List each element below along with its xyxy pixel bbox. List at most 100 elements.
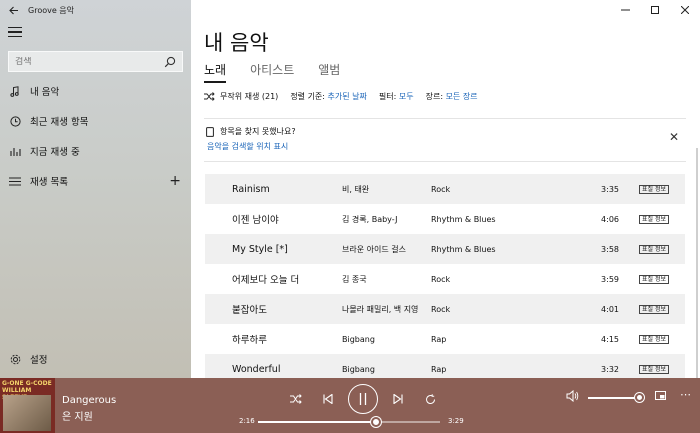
previous-icon: [323, 394, 333, 404]
show-music-location-link[interactable]: 음악을 검색할 위치 표시: [207, 141, 296, 152]
song-row[interactable]: 어제보다 오늘 더 김 종국 Rock 3:59 표칠 정보: [205, 264, 685, 294]
window-controls: [610, 0, 700, 20]
song-genre: Rock: [431, 304, 451, 314]
track-artist[interactable]: 은 지원: [62, 408, 93, 423]
song-row[interactable]: My Style [*] 브라운 아이드 걸스 Rhythm & Blues 3…: [205, 234, 685, 264]
divider: [204, 118, 686, 119]
volume-thumb[interactable]: [635, 393, 644, 402]
song-artist[interactable]: 비, 태완: [342, 184, 431, 195]
song-artist[interactable]: Bigbang: [342, 365, 431, 374]
close-window-button[interactable]: [670, 0, 700, 20]
shuffle-all-button[interactable]: 무작위 재생 (21): [220, 91, 278, 102]
scrollbar[interactable]: [696, 148, 698, 378]
more-options-icon[interactable]: ⋯: [680, 388, 691, 401]
minimize-button[interactable]: [610, 0, 640, 20]
music-note-icon: [10, 85, 19, 97]
nav-label: 최근 재생 항목: [30, 117, 89, 128]
volume-icon[interactable]: [566, 390, 579, 402]
nav-item-my-music[interactable]: 내 음악: [0, 77, 191, 105]
current-time: 2:16: [239, 417, 255, 425]
previous-button[interactable]: [312, 383, 344, 415]
shuffle-icon[interactable]: [204, 92, 215, 101]
genre-dropdown[interactable]: 모든 장르: [446, 91, 478, 102]
song-badge[interactable]: 표칠 정보: [639, 214, 669, 224]
song-badge[interactable]: 표칠 정보: [639, 364, 669, 374]
nav-item-playlists[interactable]: 재생 목록 +: [0, 167, 191, 195]
song-badge[interactable]: 표칠 정보: [639, 274, 669, 284]
maximize-button[interactable]: [640, 0, 670, 20]
song-row[interactable]: 하루하루 Bigbang Rap 4:15 표칠 정보: [205, 324, 685, 354]
shuffle-button[interactable]: [280, 383, 312, 415]
song-row[interactable]: 붙잡아도 나몰라 패밀리, 백 지영 Rock 4:01 표칠 정보: [205, 294, 685, 324]
repeat-icon: [425, 393, 435, 404]
pause-button[interactable]: [348, 384, 378, 414]
mini-player-icon[interactable]: [655, 391, 666, 400]
song-row[interactable]: 이젠 남이야 김 경록, Baby-J Rhythm & Blues 4:06 …: [205, 204, 685, 234]
song-title: Rainism: [232, 183, 270, 195]
close-icon: [681, 6, 689, 14]
equalizer-icon: [9, 148, 21, 156]
shuffle-icon: [290, 394, 302, 404]
tab-songs[interactable]: 노래: [204, 61, 227, 83]
notice-banner: 항목을 찾지 못했나요? 음악을 검색할 위치 표시: [206, 126, 296, 152]
song-duration: 3:32: [601, 364, 619, 374]
song-badge[interactable]: 표칠 정보: [639, 244, 669, 254]
tab-artists[interactable]: 아티스트: [250, 61, 294, 83]
song-artist[interactable]: 나몰라 패밀리, 백 지영: [342, 304, 431, 315]
song-artist[interactable]: 김 경록, Baby-J: [342, 214, 431, 225]
filter-bar: 무작위 재생 (21) 정렬 기준: 추가된 날짜 필터: 모두 장르: 모든 …: [204, 91, 478, 102]
progress-slider[interactable]: [258, 417, 440, 427]
search-box[interactable]: [8, 51, 183, 72]
playlist-icon: [9, 176, 21, 186]
next-icon: [393, 394, 403, 404]
song-badge[interactable]: 표칠 정보: [639, 304, 669, 314]
song-title: Wonderful: [232, 363, 281, 375]
song-genre: Rap: [431, 364, 447, 374]
close-icon[interactable]: ✕: [669, 130, 679, 144]
divider: [204, 161, 686, 162]
album-art-image: [3, 395, 51, 431]
next-button[interactable]: [382, 383, 414, 415]
sort-dropdown[interactable]: 추가된 날짜: [328, 91, 367, 102]
pause-icon: [359, 393, 367, 405]
nav-item-recent[interactable]: 최근 재생 항목: [0, 107, 191, 135]
notice-title: 항목을 찾지 못했나요?: [220, 127, 296, 136]
song-row[interactable]: Rainism 비, 태완 Rock 3:35 표칠 정보: [205, 174, 685, 204]
main-content: 내 음악 노래 아티스트 앨범 무작위 재생 (21) 정렬 기준: 추가된 날…: [191, 0, 700, 384]
nav-label: 재생 목록: [30, 177, 68, 188]
nav-label: 지금 재생 중: [30, 147, 80, 158]
song-badge[interactable]: 표칠 정보: [639, 184, 669, 194]
search-icon[interactable]: [164, 56, 176, 68]
app-title: Groove 음악: [28, 5, 75, 15]
playback-controls: [280, 383, 446, 415]
song-genre: Rhythm & Blues: [431, 214, 496, 224]
nav-label: 내 음악: [30, 87, 60, 98]
song-badge[interactable]: 표칠 정보: [639, 334, 669, 344]
hamburger-menu-icon[interactable]: [8, 27, 22, 39]
minimize-icon: [620, 9, 630, 11]
nav-item-settings[interactable]: 설정: [0, 345, 191, 373]
filter-dropdown[interactable]: 모두: [399, 91, 414, 102]
filter-label: 필터:: [378, 92, 397, 101]
song-title: 어제보다 오늘 더: [232, 275, 300, 286]
add-playlist-button[interactable]: +: [169, 173, 181, 189]
song-artist[interactable]: 김 종국: [342, 274, 431, 285]
repeat-button[interactable]: [414, 383, 446, 415]
volume-slider[interactable]: [588, 393, 644, 402]
title-bar: Groove 음악: [0, 0, 191, 20]
search-input[interactable]: [15, 56, 164, 67]
tab-albums[interactable]: 앨범: [318, 61, 340, 83]
nav-item-now-playing[interactable]: 지금 재생 중: [0, 137, 191, 165]
progress-thumb[interactable]: [371, 417, 382, 427]
song-artist[interactable]: 브라운 아이드 걸스: [342, 244, 431, 255]
genre-label: 장르:: [425, 92, 444, 101]
gear-icon: [10, 354, 20, 364]
album-art[interactable]: G-ONE G-CODE WILLIAM SLEEVE: [0, 378, 55, 433]
back-button[interactable]: [0, 0, 28, 20]
song-artist[interactable]: Bigbang: [342, 335, 431, 344]
track-title[interactable]: Dangerous: [62, 395, 116, 406]
sidebar: Groove 음악 내 음악 최근 재생 항목 지금 재생 중 재생 목록 + …: [0, 0, 191, 378]
page-title: 내 음악: [204, 31, 269, 55]
sort-label: 정렬 기준:: [290, 92, 325, 101]
song-list: Rainism 비, 태완 Rock 3:35 표칠 정보 이젠 남이야 김 경…: [205, 174, 685, 384]
